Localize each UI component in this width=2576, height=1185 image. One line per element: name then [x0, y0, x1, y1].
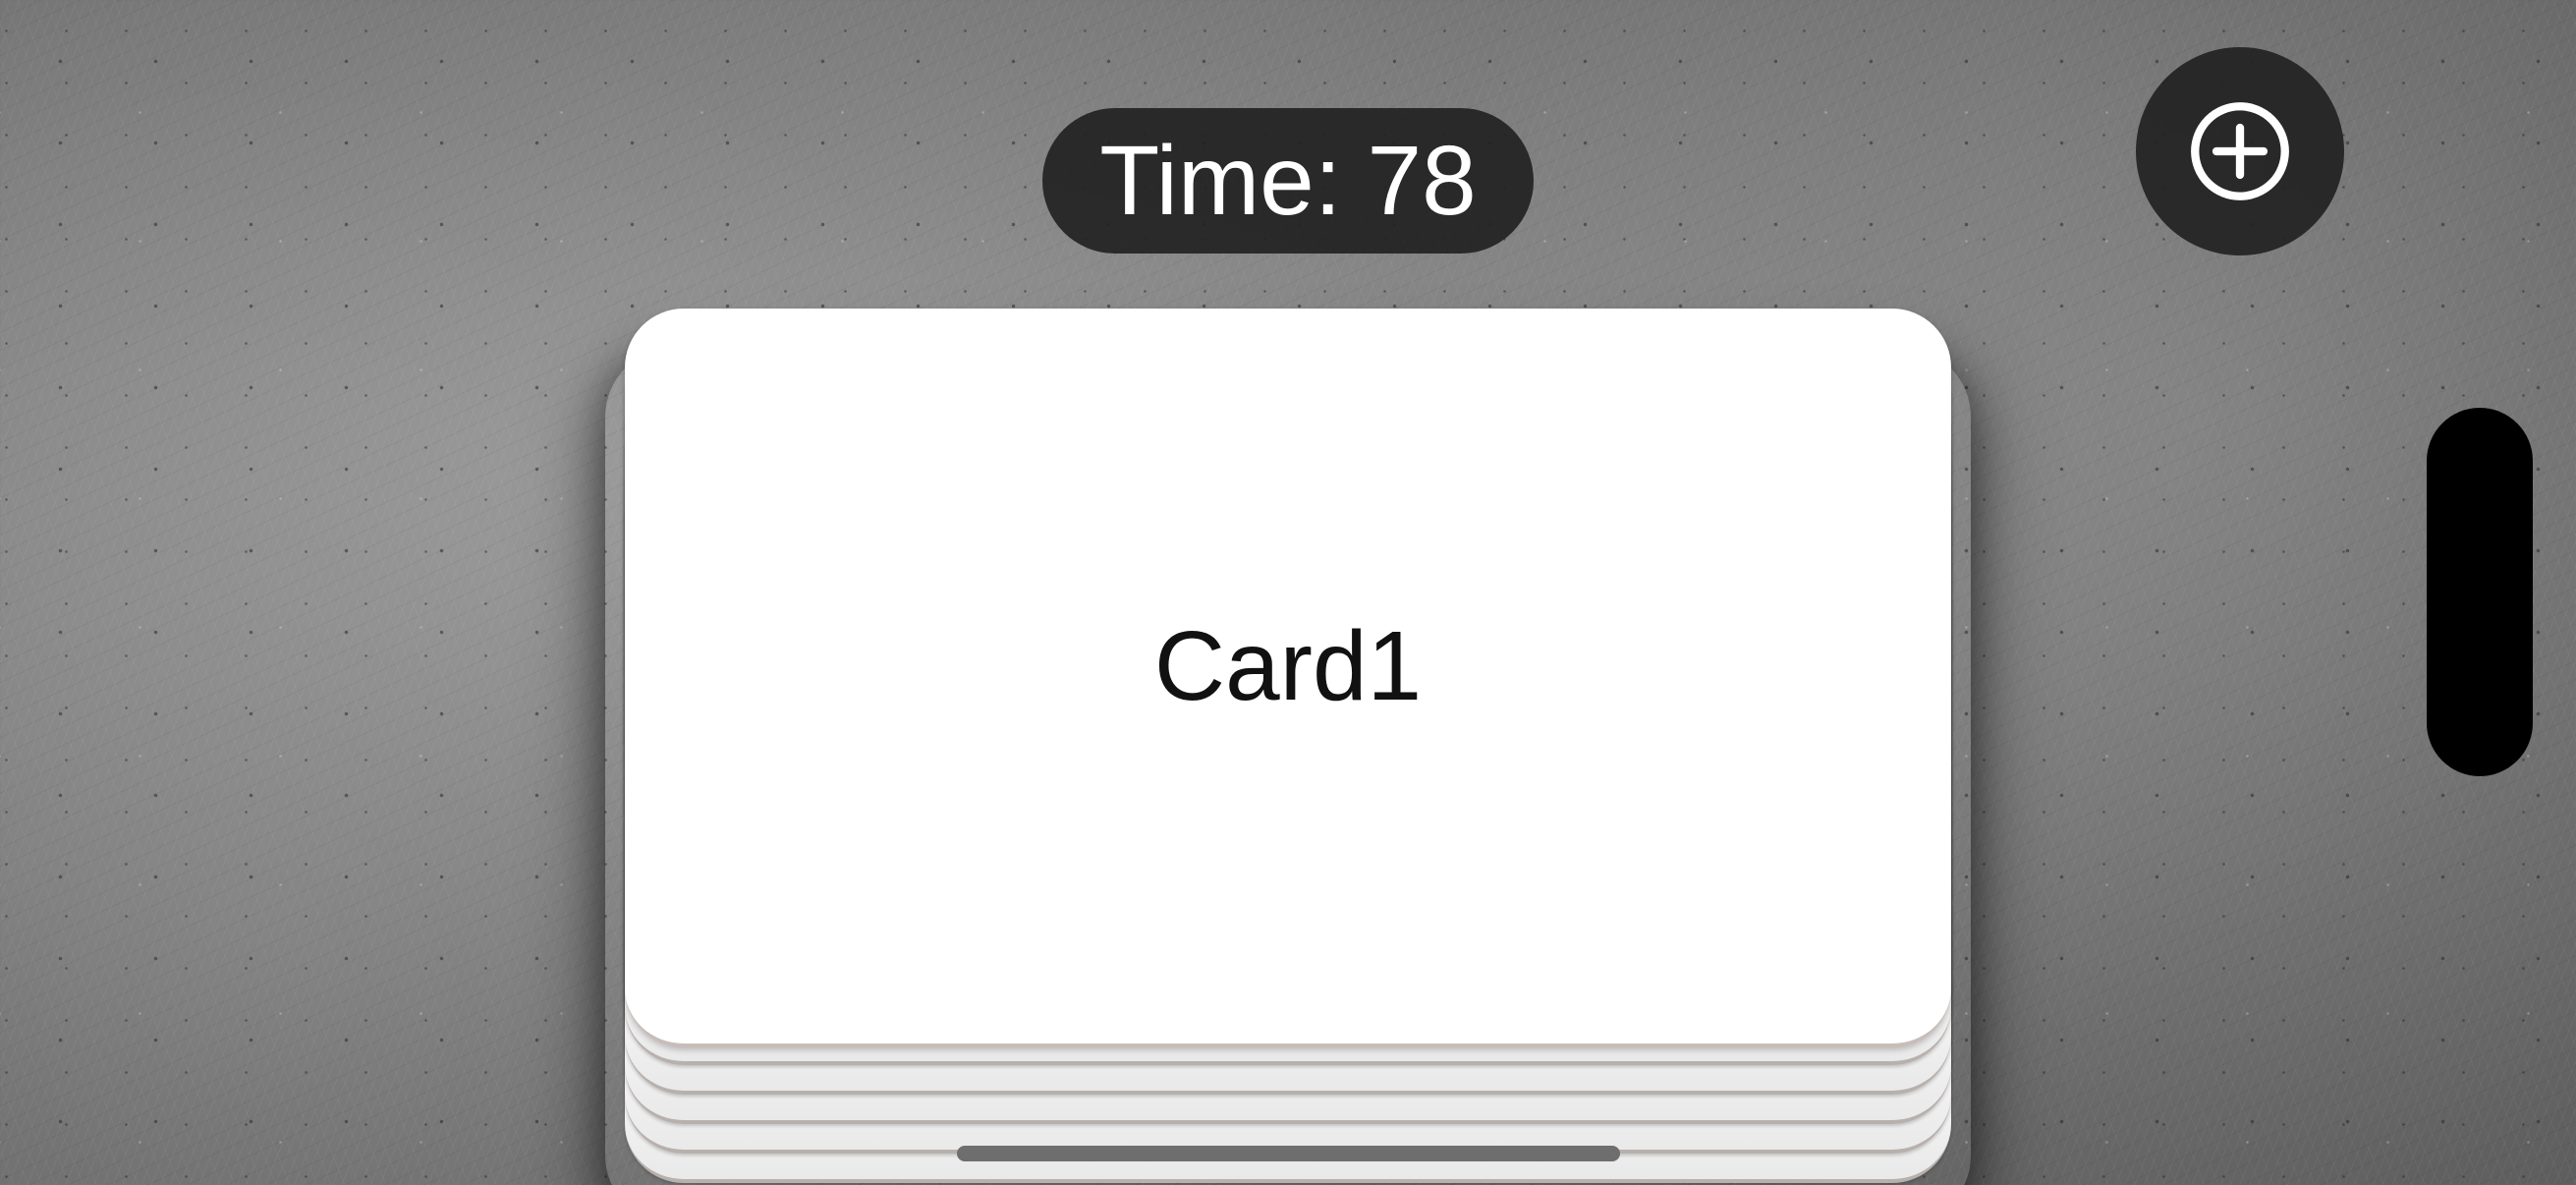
top-card[interactable]: Card1 — [625, 309, 1951, 1047]
card-stack[interactable]: Card1 — [625, 309, 1951, 1185]
add-card-button[interactable] — [2136, 47, 2344, 255]
home-indicator[interactable] — [957, 1146, 1620, 1161]
side-handle-bar[interactable] — [2427, 408, 2533, 776]
timer-value: 78 — [1367, 125, 1477, 236]
card-label: Card1 — [1153, 610, 1423, 721]
timer-pill: Time: 78 — [1042, 108, 1534, 254]
timer-label: Time: — [1099, 125, 1342, 236]
plus-circle-icon — [2191, 102, 2289, 200]
